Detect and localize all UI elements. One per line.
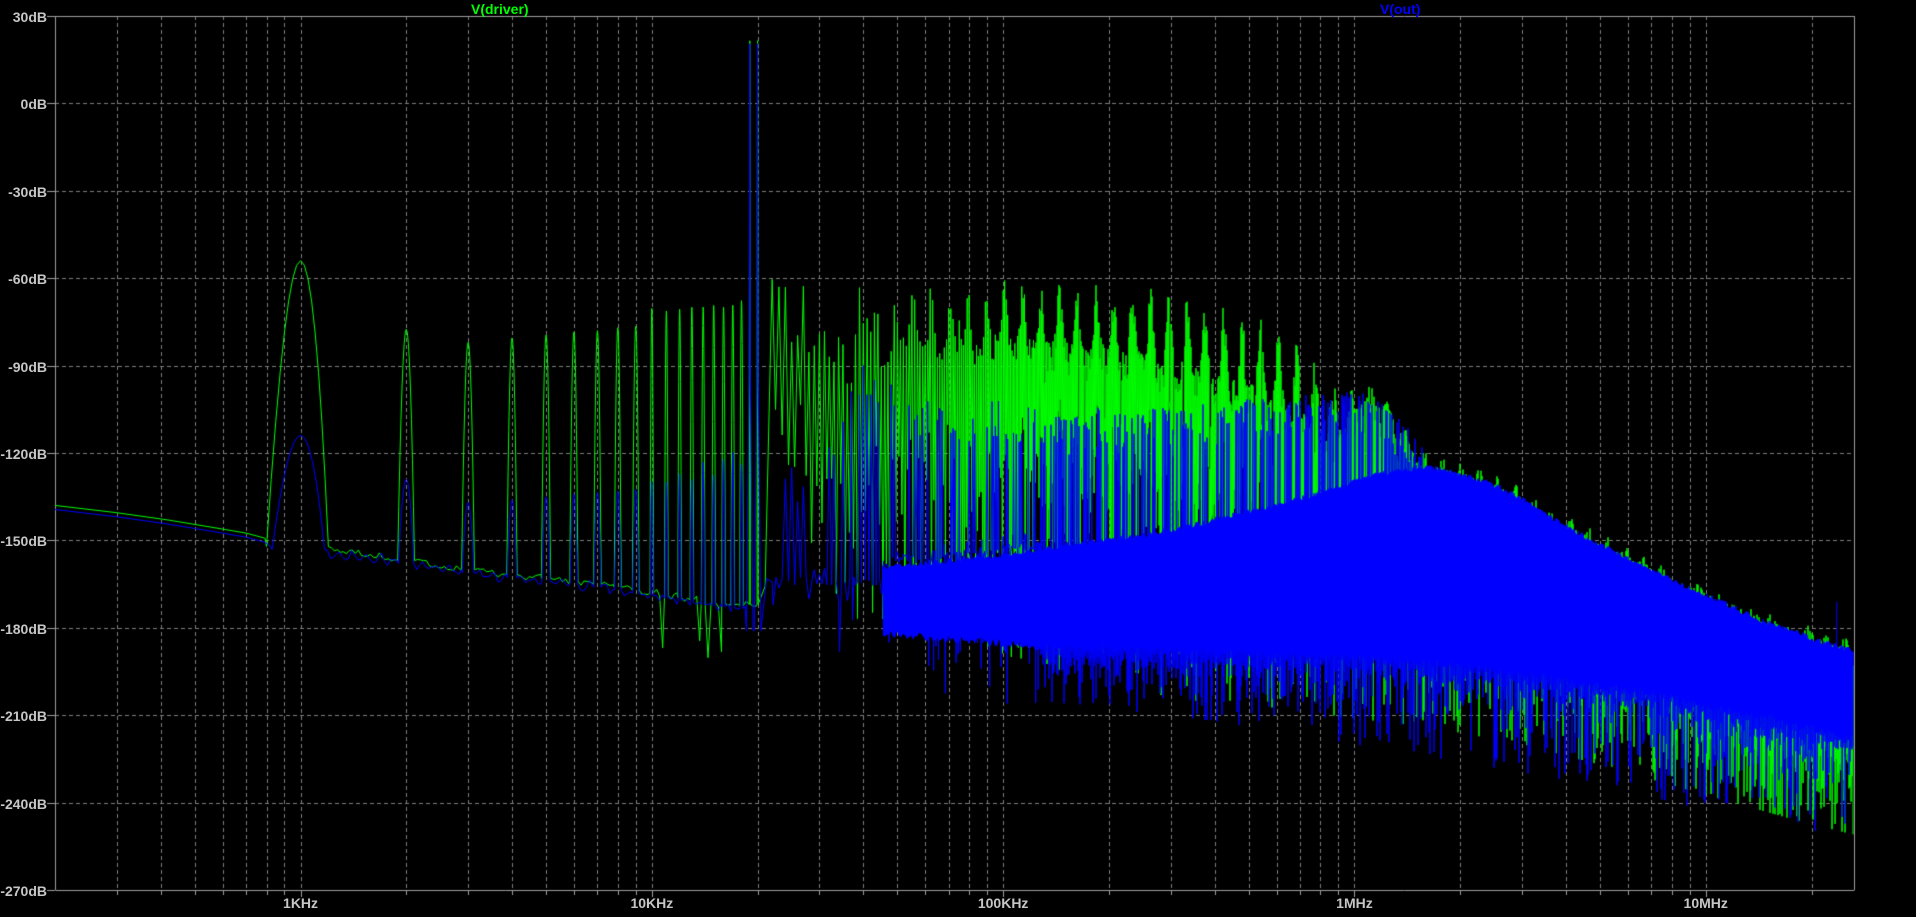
y-tick-label: -240dB: [0, 795, 47, 812]
ltspice-fft-plot-window: 30dB 0dB -30dB -60dB -90dB -120dB -150dB -180dB…: [0, 0, 1916, 917]
x-tick-label: 10KHz: [630, 895, 674, 911]
y-tick-label: 30dB: [12, 9, 47, 25]
fft-plot-canvas[interactable]: [0, 0, 1916, 917]
x-tick-label: 100KHz: [977, 895, 1029, 911]
y-tick-label: -210dB: [0, 708, 47, 725]
y-tick-label: -60dB: [8, 271, 47, 288]
y-tick-label: 0dB: [20, 96, 47, 113]
x-tick-label: 1MHz: [1336, 895, 1373, 911]
y-tick-label: -30dB: [8, 183, 47, 200]
legend-vdriver-label[interactable]: V(driver): [471, 1, 529, 17]
x-tick-label: 10MHz: [1683, 895, 1728, 911]
y-tick-label: -150dB: [0, 533, 47, 550]
y-tick-label: -120dB: [0, 446, 47, 462]
legend-vout-label[interactable]: V(out): [1380, 1, 1420, 17]
y-tick-label: -270dB: [0, 883, 47, 899]
y-tick-label: -180dB: [0, 620, 47, 637]
y-tick-label: -90dB: [8, 358, 47, 375]
x-tick-label: 1KHz: [283, 895, 319, 911]
